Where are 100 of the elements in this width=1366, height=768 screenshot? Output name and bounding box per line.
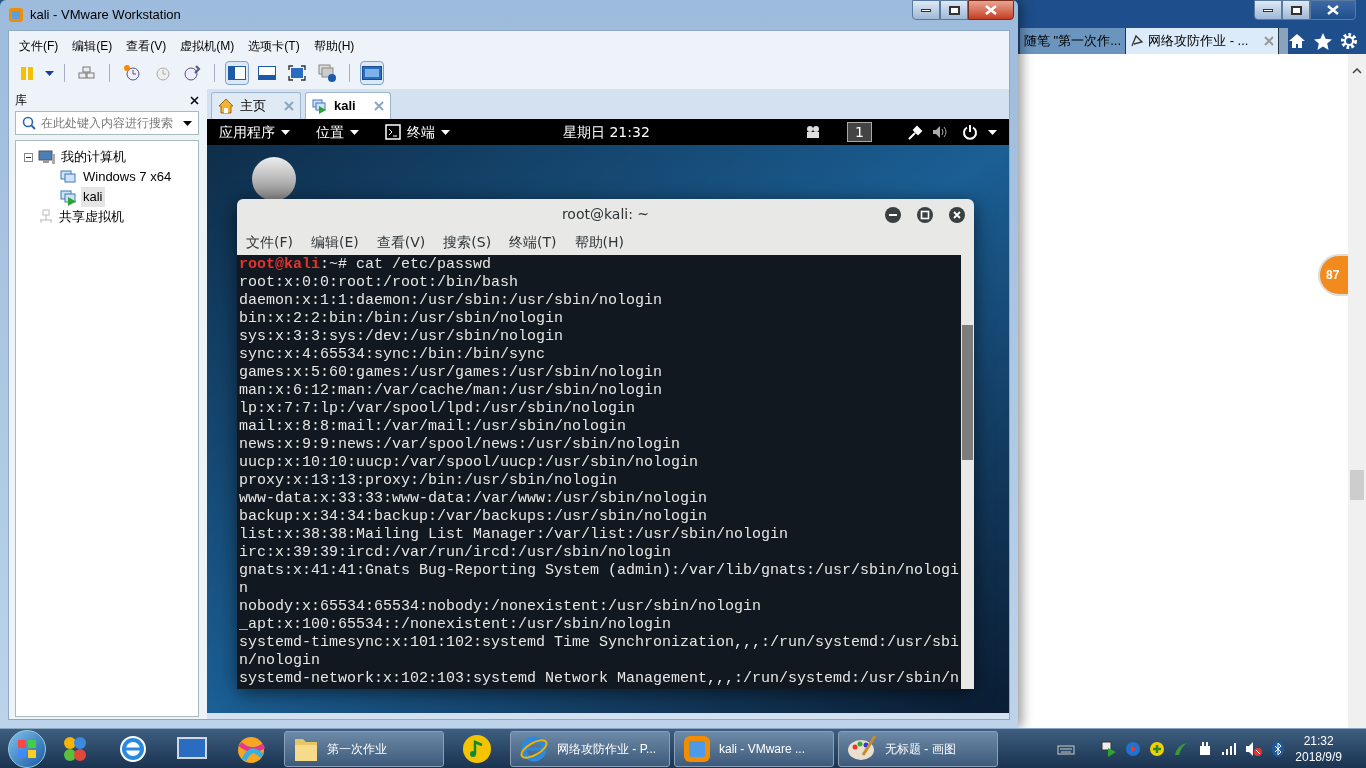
palette-icon <box>847 734 877 763</box>
caret-icon[interactable] <box>988 129 997 135</box>
minimize-button[interactable] <box>1254 0 1282 20</box>
menu-item[interactable]: 选项卡(T) <box>248 37 300 55</box>
windows-logo-icon <box>17 738 37 759</box>
unity-button[interactable] <box>315 61 339 85</box>
collapse-icon[interactable] <box>24 152 33 162</box>
minimize-icon[interactable] <box>885 207 901 223</box>
top-bar-menu[interactable]: 应用程序 <box>219 121 290 143</box>
menu-item[interactable]: 帮助(H) <box>574 231 625 253</box>
monitor-icon[interactable] <box>176 735 208 762</box>
vm-icon <box>312 98 328 114</box>
scrollbar-thumb[interactable] <box>1350 470 1364 500</box>
terminal-line: sys:x:3:3:sys:/dev:/usr/sbin/nologin <box>239 328 565 346</box>
menu-item[interactable]: 虚拟机(M) <box>180 37 235 55</box>
home-icon[interactable] <box>1288 33 1306 49</box>
taskbar-button[interactable]: 网络攻防作业 - P... <box>510 730 670 767</box>
close-button[interactable] <box>968 0 1014 20</box>
terminal-line: systemd-network:x:102:103:systemd Network Management,,,:/run/systemd:/usr/sbin/n <box>239 670 961 688</box>
caret-icon <box>281 129 290 135</box>
menu-item[interactable]: 查看(V) <box>126 37 167 55</box>
power-icon[interactable] <box>962 124 978 140</box>
tree-item[interactable]: Windows 7 x64 <box>81 167 174 187</box>
play-circle-icon[interactable] <box>1125 740 1142 757</box>
top-bar-menu[interactable]: 终端 <box>385 121 450 143</box>
app-icon <box>8 6 24 23</box>
tab[interactable]: kali <box>305 92 391 119</box>
page-icon <box>1130 34 1145 48</box>
tree-item[interactable]: 我的计算机 <box>59 147 128 167</box>
star-icon[interactable] <box>1314 32 1332 50</box>
console-view-icon <box>362 66 382 80</box>
terminal-line: systemd-timesync:x:101:102:systemd Time Synchronization,,,:/run/systemd:/usr/sbi <box>239 634 961 652</box>
signal-icon[interactable] <box>1221 741 1238 756</box>
search-field[interactable]: 在此处键入内容进行搜索 <box>15 111 199 135</box>
menu-item[interactable]: 终端(T) <box>509 231 557 253</box>
maximize-icon[interactable] <box>917 207 933 223</box>
close-icon[interactable] <box>949 207 965 223</box>
scroll-up-icon[interactable] <box>1352 68 1362 74</box>
menu-item[interactable]: 文件(F) <box>246 231 293 253</box>
minimize-button[interactable] <box>912 0 940 20</box>
workspace-indicator[interactable]: 1 <box>847 122 872 142</box>
taskbar-button[interactable]: 无标题 - 画图 <box>838 730 998 767</box>
browser-icon[interactable] <box>118 733 148 764</box>
browser-tab[interactable]: 网络攻防作业 - ... <box>1126 28 1280 54</box>
menu-item[interactable]: 编辑(E) <box>311 231 359 253</box>
settings-icon[interactable] <box>1340 32 1358 50</box>
terminal-line: _apt:x:100:65534::/nonexistent:/usr/sbin/nologin <box>239 616 673 634</box>
terminal-line: backup:x:34:34:backup:/var/backups:/usr/sbin/nologin <box>239 508 709 526</box>
caret-icon[interactable] <box>183 120 192 126</box>
terminal-line: lp:x:7:7:lp:/var/spool/lpd:/usr/sbin/nologin <box>239 400 637 418</box>
pause-icon <box>19 65 35 81</box>
close-button[interactable] <box>1310 0 1356 20</box>
terminal-icon <box>385 124 401 140</box>
terminal-line: games:x:5:60:games:/usr/games:/usr/sbin/nologin <box>239 364 664 382</box>
maximize-button[interactable] <box>1282 0 1310 20</box>
home-icon <box>218 98 234 114</box>
terminal-line: nobody:x:65534:65534:nobody:/nonexistent:/usr/sbin/nologin <box>239 598 763 616</box>
terminal-line: list:x:38:38:Mailing List Manager:/var/list:/usr/sbin/nologin <box>239 526 790 544</box>
console-view-button[interactable] <box>360 61 384 85</box>
terminal-line: bin:x:2:2:bin:/bin:/usr/sbin/nologin <box>239 310 565 328</box>
start-button[interactable] <box>8 729 46 768</box>
panel-title: 库 <box>15 92 27 109</box>
search-icon <box>22 116 36 130</box>
plug-icon[interactable] <box>908 124 924 140</box>
library-view-button[interactable] <box>225 61 249 85</box>
menu-item[interactable]: 编辑(E) <box>72 37 113 55</box>
clock[interactable]: 星期日 21:32 <box>563 121 650 143</box>
thumbnail-view-icon <box>258 66 276 80</box>
terminal-line: root:x:0:0:root:/root:/bin/bash <box>239 274 520 292</box>
terminal-line: sync:x:4:65534:sync:/bin:/bin/sync <box>239 346 547 364</box>
plus-circle-icon[interactable] <box>1149 740 1166 757</box>
taskbar-button[interactable]: kali - VMware ... <box>674 730 834 767</box>
clock[interactable]: 21:32 2018/9/9 <box>1295 732 1342 765</box>
caret-icon <box>441 129 450 135</box>
scrollbar[interactable] <box>961 255 974 689</box>
menu-item[interactable]: 查看(V) <box>376 231 426 253</box>
tree-item[interactable]: 共享虚拟机 <box>57 207 126 227</box>
menu-item[interactable]: 帮助(H) <box>313 37 355 55</box>
scrollbar[interactable] <box>1348 54 1366 728</box>
app-icon <box>683 734 711 763</box>
menu-item[interactable]: 搜索(S) <box>443 231 492 253</box>
taskbar-button[interactable]: 第一次作业 <box>284 730 444 767</box>
tree-item[interactable]: kali <box>81 187 105 207</box>
volume-icon[interactable] <box>932 125 948 139</box>
caret-icon[interactable] <box>45 70 54 76</box>
close-icon[interactable] <box>190 95 199 105</box>
maximize-button[interactable] <box>940 0 968 20</box>
terminal-line: news:x:9:9:news:/var/spool/news:/usr/sbin/nologin <box>239 436 682 454</box>
tab[interactable]: 主页 <box>211 92 301 119</box>
vm-tray-icon[interactable] <box>1101 740 1118 757</box>
scrollbar-thumb[interactable] <box>962 325 973 460</box>
menu-item[interactable]: 文件(F) <box>19 37 59 55</box>
keyboard-icon[interactable] <box>1057 742 1076 755</box>
bluetooth-icon[interactable] <box>1271 740 1286 757</box>
terminal-line: gnats:x:41:41:Gnats Bug-Reporting System (admin):/var/lib/gnats:/usr/sbin/nologi <box>239 562 961 580</box>
camera-icon[interactable] <box>805 125 821 139</box>
browser-tab[interactable]: 随笔 "第一次作... <box>1020 28 1127 54</box>
fullscreen-icon <box>288 65 306 81</box>
muted-speaker-icon[interactable] <box>1245 740 1264 757</box>
top-bar-menu[interactable]: 位置 <box>316 121 359 143</box>
